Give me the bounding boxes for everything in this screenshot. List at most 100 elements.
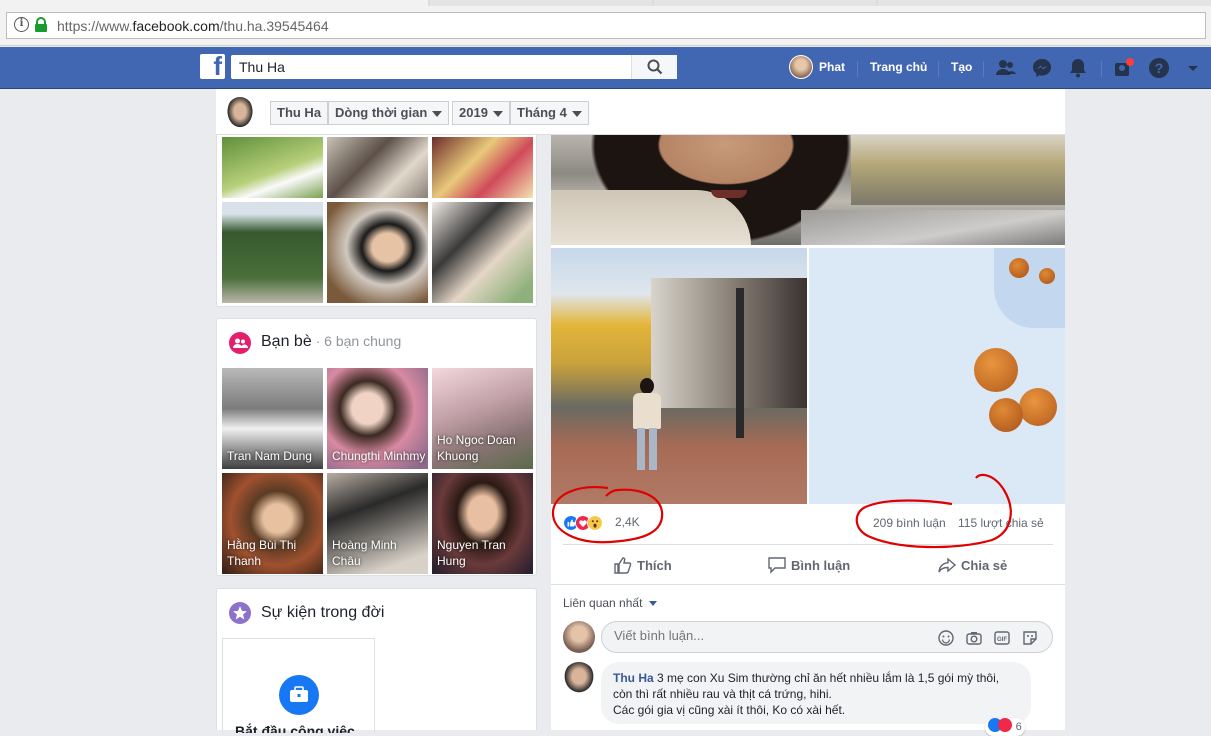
friend-name[interactable]: Chungthi Minhmy — [332, 448, 425, 464]
friends-card: Bạn bè · 6 bạn chung Tran Nam Dung Chung… — [216, 318, 537, 576]
life-events-card: Sự kiện trong đời Bắt đầu công việc — [216, 588, 537, 733]
photo-thumbnail[interactable] — [327, 137, 428, 198]
facebook-logo-icon[interactable]: f — [200, 51, 225, 81]
start-job-tile[interactable]: Bắt đầu công việc — [222, 638, 375, 733]
browser-toolbar: i https://www.facebook.com/thu.ha.395454… — [0, 6, 1211, 46]
road-shape — [801, 210, 1065, 245]
messenger-icon[interactable] — [1031, 57, 1053, 79]
search-input[interactable] — [231, 55, 631, 79]
life-event-star-icon — [229, 602, 251, 624]
nav-divider — [857, 61, 858, 77]
friend-name[interactable]: Hằng Bùi Thị Thanh — [227, 537, 317, 569]
friend-tile[interactable]: Hoàng Minh Châu — [327, 473, 428, 574]
commenter-avatar[interactable] — [563, 621, 595, 653]
search-icon — [647, 59, 663, 75]
reaction-count[interactable]: 2,4K — [615, 515, 640, 529]
timeline-section-dropdown[interactable]: Dòng thời gian — [328, 101, 450, 125]
sticker-icon[interactable] — [1021, 629, 1039, 647]
friend-name[interactable]: Hoàng Minh Châu — [332, 537, 422, 569]
comment-composer[interactable]: GIF — [601, 621, 1053, 653]
divider — [563, 544, 1053, 545]
photos-card — [216, 135, 537, 307]
friend-tile[interactable]: Chungthi Minhmy — [327, 368, 428, 469]
post-photo[interactable] — [551, 135, 1065, 245]
share-button[interactable]: Chia sẻ — [937, 556, 1007, 574]
friend-name[interactable]: Ho Ngoc Doan Khuong — [437, 432, 533, 464]
profile-thumbnail[interactable] — [226, 97, 254, 129]
friend-tile[interactable]: Nguyen Tran Hung — [432, 473, 533, 574]
friend-tile[interactable]: Ho Ngoc Doan Khuong — [432, 368, 533, 469]
persimmon — [989, 398, 1023, 432]
quick-help-people-icon[interactable] — [1113, 57, 1135, 79]
photo-thumbnail[interactable] — [432, 202, 533, 303]
month-label: Tháng 4 — [517, 105, 567, 120]
friend-tile[interactable]: Tran Nam Dung — [222, 368, 323, 469]
friends-title[interactable]: Bạn bè · 6 bạn chung — [261, 333, 401, 351]
chevron-down-icon — [648, 601, 657, 607]
friend-name[interactable]: Nguyen Tran Hung — [437, 537, 527, 569]
photo-thumbnail[interactable] — [327, 202, 428, 303]
like-button[interactable]: Thích — [613, 556, 672, 574]
info-icon[interactable]: i — [14, 17, 29, 32]
photo-thumbnail[interactable] — [222, 202, 323, 303]
search-button[interactable] — [631, 55, 677, 79]
life-events-title[interactable]: Sự kiện trong đời — [261, 604, 384, 622]
emoji-icon[interactable] — [937, 629, 955, 647]
share-count[interactable]: 115 lượt chia sẻ — [958, 516, 1044, 530]
persimmon — [1039, 268, 1055, 284]
comment-text: 3 mẹ con Xu Sim thường chỉ ăn hết nhiều … — [613, 671, 1000, 701]
comment-reactions[interactable]: 6 — [985, 718, 1025, 736]
briefcase-icon — [279, 675, 319, 715]
address-bar[interactable]: i https://www.facebook.com/thu.ha.395454… — [6, 12, 1206, 39]
create-link[interactable]: Tạo — [951, 60, 972, 74]
year-dropdown[interactable]: 2019 — [452, 101, 510, 125]
woman-figure — [627, 378, 667, 473]
profile-name-crumb[interactable]: Thu Ha — [270, 101, 329, 125]
notifications-bell-icon[interactable] — [1067, 57, 1089, 79]
home-link[interactable]: Trang chủ — [870, 60, 927, 74]
comment-text: Các gói gia vị cũng xài ít thôi, Ko có x… — [613, 703, 846, 717]
comment-count[interactable]: 209 bình luận — [873, 516, 946, 530]
comment-sort-dropdown[interactable]: Liên quan nhất — [563, 596, 657, 610]
user-avatar[interactable] — [789, 55, 813, 79]
photo-thumbnail[interactable] — [432, 137, 533, 198]
divider — [551, 584, 1065, 585]
photo-thumbnail[interactable] — [222, 137, 323, 198]
user-name-link[interactable]: Phat — [819, 60, 845, 74]
nav-divider — [938, 61, 939, 77]
comment-bubble: Thu Ha 3 mẹ con Xu Sim thường chỉ ăn hết… — [601, 662, 1031, 724]
mutual-friends-count: · 6 bạn chung — [311, 333, 402, 349]
wow-reaction-icon — [587, 515, 603, 531]
account-menu-caret-icon[interactable] — [1186, 57, 1200, 79]
friend-name[interactable]: Tran Nam Dung — [227, 448, 312, 464]
comment-author-name[interactable]: Thu Ha — [613, 671, 654, 685]
svg-text:?: ? — [1155, 60, 1164, 76]
friend-requests-icon[interactable] — [995, 57, 1017, 79]
sweater-shape — [551, 190, 751, 245]
lock-icon — [35, 17, 47, 32]
street-background — [851, 135, 1065, 205]
friend-tile[interactable]: Hằng Bùi Thị Thanh — [222, 473, 323, 574]
help-icon[interactable]: ? — [1148, 57, 1170, 79]
friends-icon — [229, 332, 251, 354]
search-box — [231, 55, 677, 79]
timeline-sticky-bar: Thu Ha Dòng thời gian 2019 Tháng 4 — [216, 89, 1065, 135]
comment-bubble-icon — [768, 557, 786, 574]
persimmon — [1019, 388, 1057, 426]
start-job-label[interactable]: Bắt đầu công việc — [235, 723, 375, 733]
comment-author-avatar[interactable] — [563, 662, 595, 694]
facebook-top-bar: f Phat Trang chủ Tạo ? — [0, 47, 1211, 89]
comment-input[interactable] — [614, 628, 914, 643]
month-dropdown[interactable]: Tháng 4 — [510, 101, 589, 125]
gif-icon[interactable]: GIF — [993, 629, 1011, 647]
comment-button[interactable]: Bình luận — [767, 556, 850, 574]
persimmon — [1009, 258, 1029, 278]
sky-patch — [994, 248, 1065, 328]
post-photo[interactable] — [551, 248, 807, 504]
share-arrow-icon — [938, 557, 957, 573]
url-text[interactable]: https://www.facebook.com/thu.ha.39545464 — [57, 18, 329, 34]
camera-icon[interactable] — [965, 629, 983, 647]
nav-divider — [983, 61, 984, 77]
like-label: Thích — [637, 558, 672, 573]
post-photo[interactable] — [809, 248, 1065, 504]
